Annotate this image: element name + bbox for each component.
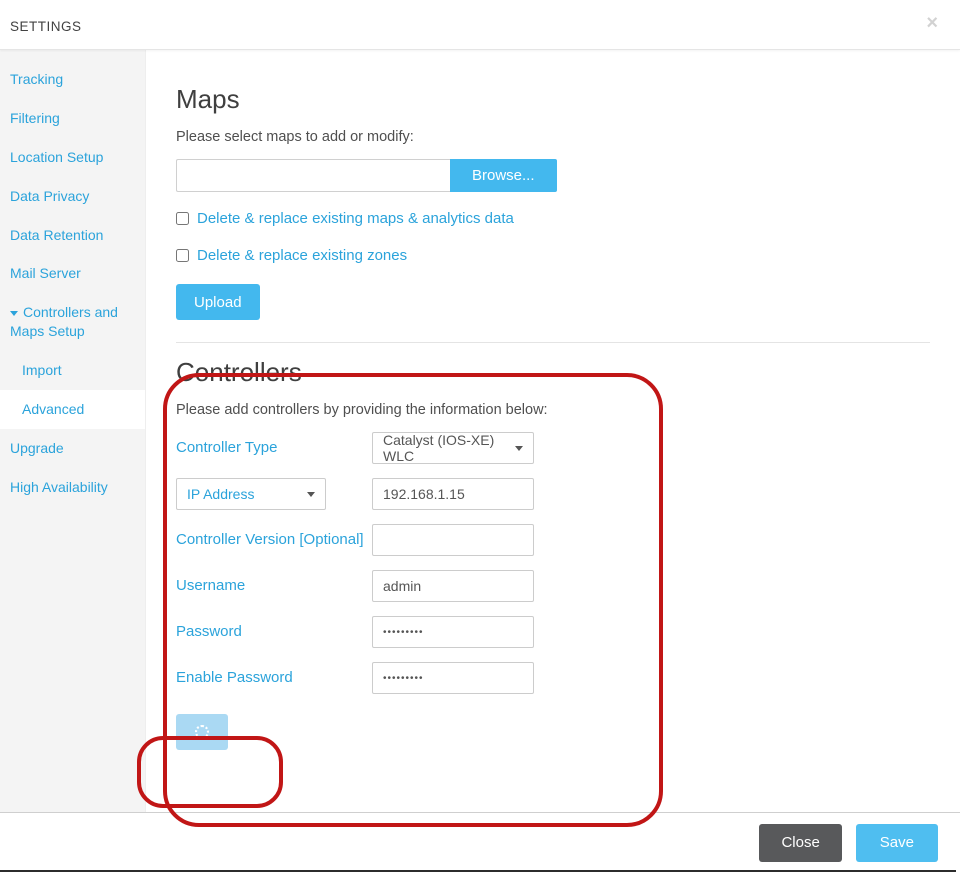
controller-version-input[interactable]: [372, 524, 534, 556]
select-value: IP Address: [187, 486, 254, 502]
button-label: Close: [781, 834, 819, 851]
caret-down-icon: [515, 446, 523, 451]
controller-type-label: Controller Type: [176, 439, 372, 458]
checkbox-replace-maps[interactable]: [176, 212, 189, 225]
upload-button[interactable]: Upload: [176, 284, 260, 320]
enable-password-label: Enable Password: [176, 669, 372, 688]
modal-footer: Close Save: [0, 812, 960, 872]
modal-title: SETTINGS: [10, 19, 82, 34]
controllers-desc: Please add controllers by providing the …: [176, 402, 930, 418]
settings-sidebar: Tracking Filtering Location Setup Data P…: [0, 50, 146, 812]
close-button[interactable]: Close: [759, 824, 841, 862]
browse-button[interactable]: Browse...: [450, 159, 557, 192]
sidebar-item-label: Controllers and Maps Setup: [10, 304, 118, 339]
sidebar-item-data-retention[interactable]: Data Retention: [0, 216, 145, 255]
button-label: Upload: [194, 294, 242, 311]
sidebar-item-filtering[interactable]: Filtering: [0, 99, 145, 138]
close-icon[interactable]: ×: [926, 12, 938, 35]
sidebar-item-label: Filtering: [10, 110, 60, 126]
sidebar-item-label: Import: [22, 362, 62, 378]
sidebar-item-label: High Availability: [10, 479, 108, 495]
caret-down-icon: [307, 492, 315, 497]
sidebar-item-controllers-maps[interactable]: Controllers and Maps Setup: [0, 293, 145, 351]
ip-address-input[interactable]: [372, 478, 534, 510]
option-label[interactable]: Delete & replace existing zones: [197, 247, 407, 264]
select-value: Catalyst (IOS-XE) WLC: [383, 432, 507, 464]
sidebar-item-label: Advanced: [22, 401, 84, 417]
maps-title: Maps: [176, 84, 930, 115]
password-label: Password: [176, 623, 372, 642]
ip-mode-select[interactable]: IP Address: [176, 478, 326, 510]
button-label: Save: [880, 834, 914, 851]
main-panel: Maps Please select maps to add or modify…: [146, 50, 960, 812]
section-divider: [176, 342, 930, 343]
settings-modal: SETTINGS × Tracking Filtering Location S…: [0, 0, 960, 872]
sidebar-item-label: Upgrade: [10, 440, 64, 456]
file-picker-row: Browse...: [176, 159, 930, 192]
chevron-down-icon: [10, 311, 18, 316]
sidebar-item-label: Location Setup: [10, 149, 103, 165]
sidebar-item-high-availability[interactable]: High Availability: [0, 468, 145, 507]
modal-header: SETTINGS ×: [0, 0, 960, 50]
sidebar-item-advanced[interactable]: Advanced: [0, 390, 145, 429]
option-replace-zones: Delete & replace existing zones: [176, 247, 930, 264]
controller-version-label: Controller Version [Optional]: [176, 531, 372, 550]
maps-desc: Please select maps to add or modify:: [176, 129, 930, 145]
username-input[interactable]: [372, 570, 534, 602]
password-input[interactable]: [372, 616, 534, 648]
file-path-input[interactable]: [176, 159, 450, 192]
sidebar-item-upgrade[interactable]: Upgrade: [0, 429, 145, 468]
sidebar-item-label: Data Retention: [10, 227, 103, 243]
option-label[interactable]: Delete & replace existing maps & analyti…: [197, 210, 514, 227]
sidebar-item-location-setup[interactable]: Location Setup: [0, 138, 145, 177]
sidebar-item-label: Data Privacy: [10, 188, 89, 204]
sidebar-item-import[interactable]: Import: [0, 351, 145, 390]
enable-password-input[interactable]: [372, 662, 534, 694]
controller-type-select[interactable]: Catalyst (IOS-XE) WLC: [372, 432, 534, 464]
sidebar-item-label: Tracking: [10, 71, 63, 87]
username-label: Username: [176, 577, 372, 596]
sidebar-item-mail-server[interactable]: Mail Server: [0, 254, 145, 293]
spinner-icon: [195, 725, 209, 739]
controllers-title: Controllers: [176, 357, 930, 388]
add-controller-button[interactable]: [176, 714, 228, 750]
save-button[interactable]: Save: [856, 824, 938, 862]
sidebar-item-data-privacy[interactable]: Data Privacy: [0, 177, 145, 216]
option-replace-maps: Delete & replace existing maps & analyti…: [176, 210, 930, 227]
sidebar-item-label: Mail Server: [10, 265, 81, 281]
checkbox-replace-zones[interactable]: [176, 249, 189, 262]
button-label: Browse...: [472, 167, 535, 184]
sidebar-item-tracking[interactable]: Tracking: [0, 60, 145, 99]
